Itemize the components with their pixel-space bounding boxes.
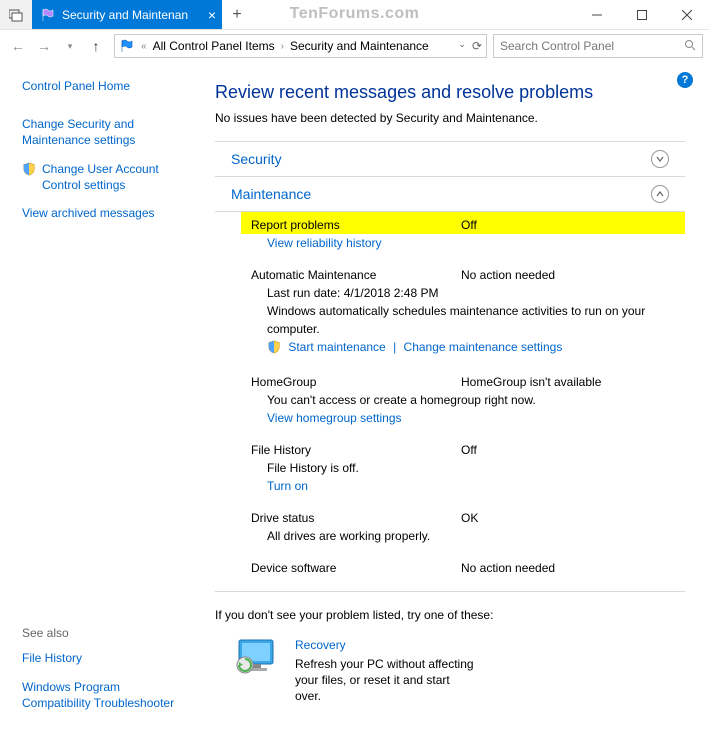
drive-status-row: Drive status OK	[241, 505, 685, 527]
file-history-status: Off	[461, 443, 477, 457]
homegroup-desc: You can't access or create a homegroup r…	[267, 391, 675, 409]
auto-maintenance-row: Automatic Maintenance No action needed	[241, 262, 685, 284]
watermark: TenForums.com	[290, 5, 420, 23]
minimize-button[interactable]	[574, 0, 619, 30]
new-tab-button[interactable]: +	[222, 0, 252, 29]
flag-icon	[40, 7, 56, 23]
last-run-date: Last run date: 4/1/2018 2:48 PM	[267, 284, 675, 302]
back-button[interactable]: ←	[6, 34, 30, 58]
report-problems-status: Off	[461, 218, 477, 232]
recovery-icon	[235, 638, 279, 676]
search-input[interactable]: Search Control Panel	[493, 34, 703, 58]
auto-maintenance-status: No action needed	[461, 268, 555, 282]
search-placeholder: Search Control Panel	[500, 39, 614, 53]
close-button[interactable]	[664, 0, 709, 30]
shield-icon	[22, 162, 36, 176]
taskview-icon[interactable]	[0, 0, 32, 29]
breadcrumb[interactable]: « All Control Panel Items › Security and…	[114, 34, 487, 58]
breadcrumb-item[interactable]: Security and Maintenance	[290, 39, 429, 53]
titlebar: Security and Maintenan × + TenForums.com	[0, 0, 709, 30]
homegroup-status: HomeGroup isn't available	[461, 375, 601, 389]
recovery-item[interactable]: Recovery Refresh your PC without affecti…	[215, 638, 685, 705]
breadcrumb-sep: «	[139, 41, 149, 52]
drive-status-label: Drive status	[251, 511, 461, 525]
auto-maintenance-label: Automatic Maintenance	[251, 268, 461, 282]
control-panel-home-link[interactable]: Control Panel Home	[22, 78, 191, 94]
change-security-settings-link[interactable]: Change Security and Maintenance settings	[22, 116, 191, 148]
file-history-desc: File History is off.	[267, 459, 675, 477]
device-software-label: Device software	[251, 561, 461, 575]
up-button[interactable]: ↑	[84, 34, 108, 58]
drive-status-desc: All drives are working properly.	[267, 527, 675, 545]
security-section-header[interactable]: Security	[215, 141, 685, 177]
see-also-heading: See also	[22, 626, 191, 640]
page-subtitle: No issues have been detected by Security…	[215, 111, 685, 125]
homegroup-row: HomeGroup HomeGroup isn't available	[241, 369, 685, 391]
main-content: ? Review recent messages and resolve pro…	[205, 62, 709, 749]
tab-title: Security and Maintenan	[62, 8, 188, 22]
file-history-row: File History Off	[241, 437, 685, 459]
view-homegroup-settings-link[interactable]: View homegroup settings	[267, 411, 402, 425]
forward-button[interactable]: →	[32, 34, 56, 58]
refresh-icon[interactable]: ⟳	[472, 39, 482, 53]
change-uac-settings-link[interactable]: Change User Account Control settings	[22, 161, 191, 193]
view-reliability-history-link[interactable]: View reliability history	[267, 236, 382, 250]
device-software-row: Device software No action needed	[241, 555, 685, 577]
breadcrumb-dropdown-icon[interactable]: ⌄	[458, 39, 466, 53]
footer-text: If you don't see your problem listed, tr…	[215, 608, 685, 622]
report-problems-row: Report problems Off	[241, 212, 685, 234]
report-problems-label: Report problems	[251, 218, 461, 232]
device-software-status: No action needed	[461, 561, 555, 575]
recovery-title[interactable]: Recovery	[295, 638, 475, 652]
breadcrumb-sep: ›	[279, 41, 286, 52]
start-maintenance-link[interactable]: Start maintenance	[288, 340, 385, 354]
chevron-up-icon	[651, 185, 669, 203]
view-archived-messages-link[interactable]: View archived messages	[22, 205, 191, 221]
file-history-label: File History	[251, 443, 461, 457]
flag-icon	[119, 38, 135, 54]
recovery-desc: Refresh your PC without affecting your f…	[295, 656, 475, 705]
shield-icon	[267, 340, 281, 359]
sidebar: Control Panel Home Change Security and M…	[0, 62, 205, 749]
maintenance-section-header[interactable]: Maintenance	[215, 176, 685, 212]
browser-tab[interactable]: Security and Maintenan ×	[32, 0, 222, 29]
recent-dropdown[interactable]: ▾	[58, 34, 82, 58]
security-header-label: Security	[231, 151, 282, 167]
compat-troubleshooter-link[interactable]: Windows Program Compatibility Troublesho…	[22, 679, 191, 711]
divider	[215, 591, 685, 592]
breadcrumb-item[interactable]: All Control Panel Items	[153, 39, 275, 53]
file-history-link[interactable]: File History	[22, 650, 191, 666]
search-icon[interactable]	[684, 39, 696, 54]
separator: |	[389, 340, 400, 354]
homegroup-label: HomeGroup	[251, 375, 461, 389]
chevron-down-icon	[651, 150, 669, 168]
drive-status-value: OK	[461, 511, 478, 525]
maximize-button[interactable]	[619, 0, 664, 30]
auto-maint-desc: Windows automatically schedules maintena…	[267, 302, 675, 338]
page-title: Review recent messages and resolve probl…	[215, 82, 685, 103]
navbar: ← → ▾ ↑ « All Control Panel Items › Secu…	[0, 30, 709, 62]
help-icon[interactable]: ?	[677, 72, 693, 88]
maintenance-header-label: Maintenance	[231, 186, 311, 202]
file-history-turn-on-link[interactable]: Turn on	[267, 479, 308, 493]
tab-close-icon[interactable]: ×	[208, 7, 216, 23]
change-maintenance-settings-link[interactable]: Change maintenance settings	[404, 340, 563, 354]
